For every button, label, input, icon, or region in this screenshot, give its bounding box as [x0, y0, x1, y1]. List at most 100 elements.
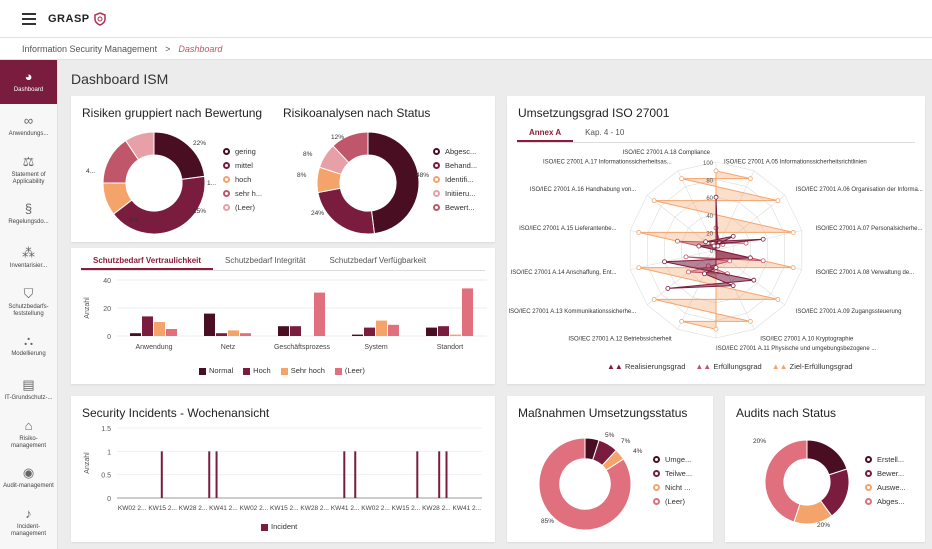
legend-item[interactable]: (Leer)	[223, 200, 262, 214]
sidebar-item-grundschutz[interactable]: ▤ IT-Grundschutz-...	[0, 368, 57, 412]
legend-item[interactable]: gering	[223, 144, 262, 158]
legend-item[interactable]: (Leer)	[653, 494, 692, 508]
donut-slice[interactable]	[112, 175, 206, 235]
bar[interactable]	[154, 322, 165, 336]
sidebar-item-risiko[interactable]: ⌂ Risiko-management	[0, 412, 57, 456]
bar[interactable]	[352, 334, 363, 336]
legend-item[interactable]: Bewer...	[865, 466, 906, 480]
legend-item[interactable]: Teilwe...	[653, 466, 692, 480]
radar-point[interactable]	[703, 239, 709, 245]
incident-bar[interactable]	[416, 451, 419, 498]
legend-item[interactable]: ▲▲ Erfüllungsgrad	[695, 362, 761, 371]
legend-item[interactable]: ▲▲ Ziel-Erfüllungsgrad	[772, 362, 853, 371]
radar-point[interactable]	[760, 258, 766, 264]
tab-vertraulichkeit[interactable]: Schutzbedarf Vertraulichkeit	[81, 254, 214, 270]
legend-item[interactable]: Hoch	[243, 366, 271, 375]
legend-item[interactable]: Nicht ...	[653, 480, 692, 494]
radar-point[interactable]	[760, 236, 766, 242]
legend-item[interactable]: Identifi...	[433, 172, 477, 186]
bar[interactable]	[130, 333, 141, 336]
sidebar-item-soa[interactable]: ⚖ Statement of Applicability	[0, 148, 57, 192]
bar[interactable]	[216, 333, 227, 336]
sidebar-item-modellierung[interactable]: ⛬ Modellierung	[0, 324, 57, 368]
legend-item[interactable]: Normal	[199, 366, 233, 375]
tab-kap-4-10[interactable]: Kap. 4 - 10	[573, 126, 636, 142]
tab-annex-a[interactable]: Annex A	[517, 126, 574, 142]
legend-item[interactable]: sehr h...	[223, 186, 262, 200]
bar[interactable]	[204, 313, 215, 336]
bar[interactable]	[142, 316, 153, 336]
legend-item[interactable]: Auswe...	[865, 480, 906, 494]
bar[interactable]	[388, 324, 399, 336]
radar-point[interactable]	[747, 176, 753, 182]
radar-point[interactable]	[662, 259, 667, 265]
legend-item[interactable]: Abges...	[865, 494, 906, 508]
radar-point[interactable]	[696, 243, 702, 249]
legend-item[interactable]: Incident	[261, 522, 297, 531]
legend-item[interactable]: Erstell...	[865, 452, 906, 466]
bar[interactable]	[278, 326, 289, 336]
radar-point[interactable]	[674, 238, 680, 244]
radar-point[interactable]	[636, 265, 642, 271]
breadcrumb-root[interactable]: Information Security Management	[22, 44, 157, 54]
legend-item[interactable]: mittel	[223, 158, 262, 172]
tab-verfuegbarkeit[interactable]: Schutzbedarf Verfügbarkeit	[318, 254, 439, 270]
donut-slice[interactable]	[806, 439, 848, 476]
radar-point[interactable]	[790, 229, 796, 235]
radar-point[interactable]	[747, 318, 753, 324]
legend-item[interactable]: hoch	[223, 172, 262, 186]
bar[interactable]	[314, 292, 325, 336]
radar-point[interactable]	[751, 277, 757, 283]
legend-item[interactable]: Behand...	[433, 158, 477, 172]
legend-item[interactable]: Bewert...	[433, 200, 477, 214]
sidebar-item-schutzbedarf[interactable]: ⛉ Schutzbedarfs-feststellung	[0, 280, 57, 324]
tab-integritaet[interactable]: Schutzbedarf Integrität	[213, 254, 318, 270]
radar-point[interactable]	[636, 229, 642, 235]
radar-point[interactable]	[730, 233, 736, 239]
bar[interactable]	[228, 330, 239, 336]
sidebar-item-regelungen[interactable]: § Regelungsdo...	[0, 192, 57, 236]
bar[interactable]	[240, 333, 251, 336]
bar[interactable]	[450, 334, 461, 336]
radar-point[interactable]	[715, 243, 721, 249]
radar-point[interactable]	[713, 194, 719, 200]
sidebar-item-incident[interactable]: ♪ Incident-management	[0, 500, 57, 544]
bar[interactable]	[376, 320, 387, 336]
radar-point[interactable]	[679, 318, 685, 324]
incident-bar[interactable]	[343, 451, 346, 498]
radar-point[interactable]	[679, 176, 685, 182]
radar-point[interactable]	[651, 198, 657, 204]
legend-item[interactable]: Sehr hoch	[280, 366, 325, 375]
incident-bar[interactable]	[445, 451, 448, 498]
radar-point[interactable]	[727, 258, 733, 264]
radar-point[interactable]	[790, 265, 796, 271]
radar-point[interactable]	[713, 326, 719, 332]
donut-slice[interactable]	[317, 187, 375, 235]
incident-bar[interactable]	[354, 451, 357, 498]
radar-point[interactable]	[713, 265, 719, 270]
incident-bar[interactable]	[215, 451, 218, 498]
radar-point[interactable]	[775, 296, 781, 302]
legend-item[interactable]: Initiieru...	[433, 186, 477, 200]
bar[interactable]	[166, 329, 177, 336]
radar-point[interactable]	[711, 243, 717, 249]
incident-bar[interactable]	[208, 451, 211, 498]
radar-point[interactable]	[775, 198, 781, 204]
bar[interactable]	[438, 326, 449, 336]
incident-bar[interactable]	[160, 451, 163, 498]
legend-item[interactable]: (Leer)	[334, 366, 365, 375]
radar-point[interactable]	[702, 271, 707, 277]
sidebar-item-audit[interactable]: ◉ Audit-management	[0, 456, 57, 500]
app-logo[interactable]: GRASP	[48, 11, 107, 26]
menu-icon[interactable]	[22, 12, 36, 25]
radar-point[interactable]	[651, 296, 657, 302]
radar-point[interactable]	[743, 240, 749, 246]
sidebar-item-anwendungen[interactable]: ∞ Anwendungs...	[0, 104, 57, 148]
bar[interactable]	[364, 327, 375, 336]
radar-point[interactable]	[747, 255, 753, 261]
legend-item[interactable]: Abgesc...	[433, 144, 477, 158]
radar-point[interactable]	[665, 286, 671, 291]
radar-point[interactable]	[730, 283, 736, 289]
sidebar-item-inventarisierung[interactable]: ⁂ Inventarisier...	[0, 236, 57, 280]
radar-point[interactable]	[686, 269, 691, 275]
